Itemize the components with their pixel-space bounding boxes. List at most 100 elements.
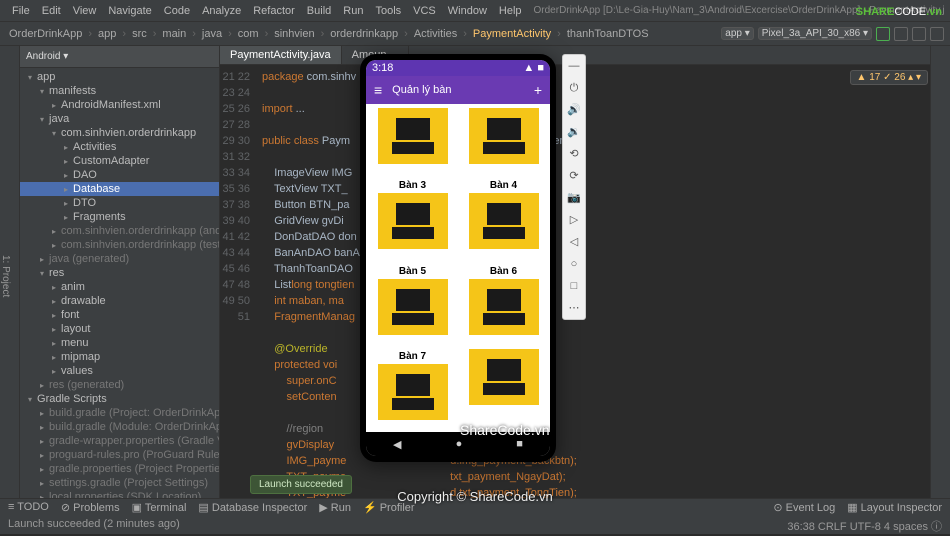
tree-item[interactable]: Database xyxy=(20,182,219,196)
menu-tools[interactable]: Tools xyxy=(369,5,407,17)
emulator-screen[interactable]: 3:18▲ ■ ≡ Quản lý bàn + Bàn 3Bàn 4Bàn 5B… xyxy=(366,60,550,456)
debug-icon[interactable] xyxy=(894,27,908,41)
tree-item[interactable]: Activities xyxy=(20,140,219,154)
home-button[interactable]: ● xyxy=(456,438,463,450)
tree-item[interactable]: settings.gradle (Project Settings) xyxy=(20,476,219,490)
crumb[interactable]: src xyxy=(129,28,150,40)
stop-icon[interactable] xyxy=(930,27,944,41)
tree-item[interactable]: res xyxy=(20,266,219,280)
emu-tool-9[interactable]: ○ xyxy=(567,257,581,271)
menu-file[interactable]: File xyxy=(6,5,36,17)
emu-tool-1[interactable]: ⏻ xyxy=(567,81,581,95)
crumb[interactable]: com xyxy=(235,28,262,40)
emu-tool-5[interactable]: ⟳ xyxy=(567,169,581,183)
crumb[interactable]: java xyxy=(199,28,225,40)
tree-item[interactable]: build.gradle (Project: OrderDrinkApp) xyxy=(20,406,219,420)
tree-item[interactable]: values xyxy=(20,364,219,378)
right-tool-stripe[interactable] xyxy=(930,46,950,498)
device-selector[interactable]: Pixel_3a_API_30_x86 ▾ xyxy=(758,27,872,40)
menu-refactor[interactable]: Refactor xyxy=(247,5,301,17)
status-right: 36:38 CRLF UTF-8 4 spaces ⓘ xyxy=(787,518,942,534)
table-card[interactable]: Bàn 4 xyxy=(461,178,546,257)
project-view-selector[interactable]: Android ▾ xyxy=(20,46,219,68)
menu-bar: File Edit View Navigate Code Analyze Ref… xyxy=(0,0,950,22)
emu-tool-0[interactable]: — xyxy=(567,59,581,73)
menu-edit[interactable]: Edit xyxy=(36,5,67,17)
emu-tool-3[interactable]: 🔉 xyxy=(567,125,581,139)
project-tree[interactable]: appmanifestsAndroidManifest.xmljavacom.s… xyxy=(20,68,219,498)
emulator-device-frame: 3:18▲ ■ ≡ Quản lý bàn + Bàn 3Bàn 4Bàn 5B… xyxy=(360,54,556,462)
tree-item[interactable]: java (generated) xyxy=(20,252,219,266)
table-card[interactable]: Bàn 3 xyxy=(370,178,455,257)
run-config-selector[interactable]: app ▾ xyxy=(721,27,753,40)
watermark-text: ShareCode.vn xyxy=(460,422,550,438)
tree-item[interactable]: anim xyxy=(20,280,219,294)
tree-item[interactable]: mipmap xyxy=(20,350,219,364)
crumb[interactable]: sinhvien xyxy=(271,28,317,40)
tree-item[interactable]: gradle-wrapper.properties (Gradle Versio… xyxy=(20,434,219,448)
tree-item[interactable]: layout xyxy=(20,322,219,336)
table-card[interactable]: Bàn 7 xyxy=(370,349,455,428)
hamburger-icon[interactable]: ≡ xyxy=(374,82,382,98)
menu-navigate[interactable]: Navigate xyxy=(102,5,157,17)
profile-icon[interactable] xyxy=(912,27,926,41)
emu-tool-11[interactable]: ⋯ xyxy=(567,301,581,315)
table-card[interactable]: Bàn 5 xyxy=(370,264,455,343)
tree-item[interactable]: CustomAdapter xyxy=(20,154,219,168)
tree-item[interactable]: DTO xyxy=(20,196,219,210)
menu-window[interactable]: Window xyxy=(442,5,493,17)
tree-item[interactable]: font xyxy=(20,308,219,322)
crumb[interactable]: OrderDrinkApp xyxy=(6,28,85,40)
tree-item[interactable]: Gradle Scripts xyxy=(20,392,219,406)
tree-item[interactable]: app xyxy=(20,70,219,84)
tree-item[interactable]: com.sinhvien.orderdrinkapp xyxy=(20,126,219,140)
crumb[interactable]: orderdrinkapp xyxy=(327,28,401,40)
table-card[interactable]: Bàn 6 xyxy=(461,264,546,343)
menu-view[interactable]: View xyxy=(67,5,103,17)
status-message: Launch succeeded (2 minutes ago) xyxy=(8,518,180,534)
tree-item[interactable]: build.gradle (Module: OrderDrinkApp.app) xyxy=(20,420,219,434)
emu-tool-7[interactable]: ▷ xyxy=(567,213,581,227)
menu-analyze[interactable]: Analyze xyxy=(196,5,247,17)
menu-vcs[interactable]: VCS xyxy=(407,5,442,17)
table-card[interactable] xyxy=(461,349,546,428)
tree-item[interactable]: java xyxy=(20,112,219,126)
emu-tool-2[interactable]: 🔊 xyxy=(567,103,581,117)
tree-item[interactable]: gradle.properties (Project Properties) xyxy=(20,462,219,476)
tree-item[interactable]: proguard-rules.pro (ProGuard Rules for O… xyxy=(20,448,219,462)
emu-tool-4[interactable]: ⟲ xyxy=(567,147,581,161)
tree-item[interactable]: res (generated) xyxy=(20,378,219,392)
back-button[interactable]: ◀ xyxy=(393,438,401,451)
tree-item[interactable]: menu xyxy=(20,336,219,350)
recents-button[interactable]: ■ xyxy=(516,438,523,450)
tree-item[interactable]: drawable xyxy=(20,294,219,308)
table-grid[interactable]: Bàn 3Bàn 4Bàn 5Bàn 6Bàn 7 xyxy=(366,104,550,432)
tree-item[interactable]: com.sinhvien.orderdrinkapp (test) xyxy=(20,238,219,252)
menu-code[interactable]: Code xyxy=(158,5,196,17)
crumb[interactable]: PaymentActivity xyxy=(470,28,554,40)
code-body[interactable]: package com.sinhv import ... public clas… xyxy=(256,65,930,533)
add-icon[interactable]: + xyxy=(534,82,542,98)
crumb[interactable]: app xyxy=(95,28,119,40)
project-tool-window: Android ▾ appmanifestsAndroidManifest.xm… xyxy=(20,46,220,498)
emu-tool-6[interactable]: 📷 xyxy=(567,191,581,205)
tree-item[interactable]: manifests xyxy=(20,84,219,98)
menu-help[interactable]: Help xyxy=(493,5,528,17)
crumb[interactable]: main xyxy=(159,28,189,40)
tree-item[interactable]: AndroidManifest.xml xyxy=(20,98,219,112)
tab-payment-activity[interactable]: PaymentActivity.java xyxy=(220,46,342,64)
table-card[interactable] xyxy=(370,108,455,172)
chair-icon xyxy=(378,108,448,164)
crumb[interactable]: thanhToanDTOS xyxy=(564,28,652,40)
emu-tool-10[interactable]: □ xyxy=(567,279,581,293)
tree-item[interactable]: com.sinhvien.orderdrinkapp (androidTest) xyxy=(20,224,219,238)
crumb[interactable]: Activities xyxy=(411,28,460,40)
emu-tool-8[interactable]: ◁ xyxy=(567,235,581,249)
menu-run[interactable]: Run xyxy=(337,5,369,17)
left-tool-stripe[interactable]: 1: Project xyxy=(0,46,20,498)
tree-item[interactable]: DAO xyxy=(20,168,219,182)
menu-build[interactable]: Build xyxy=(301,5,337,17)
run-icon[interactable] xyxy=(876,27,890,41)
tree-item[interactable]: Fragments xyxy=(20,210,219,224)
table-card[interactable] xyxy=(461,108,546,172)
